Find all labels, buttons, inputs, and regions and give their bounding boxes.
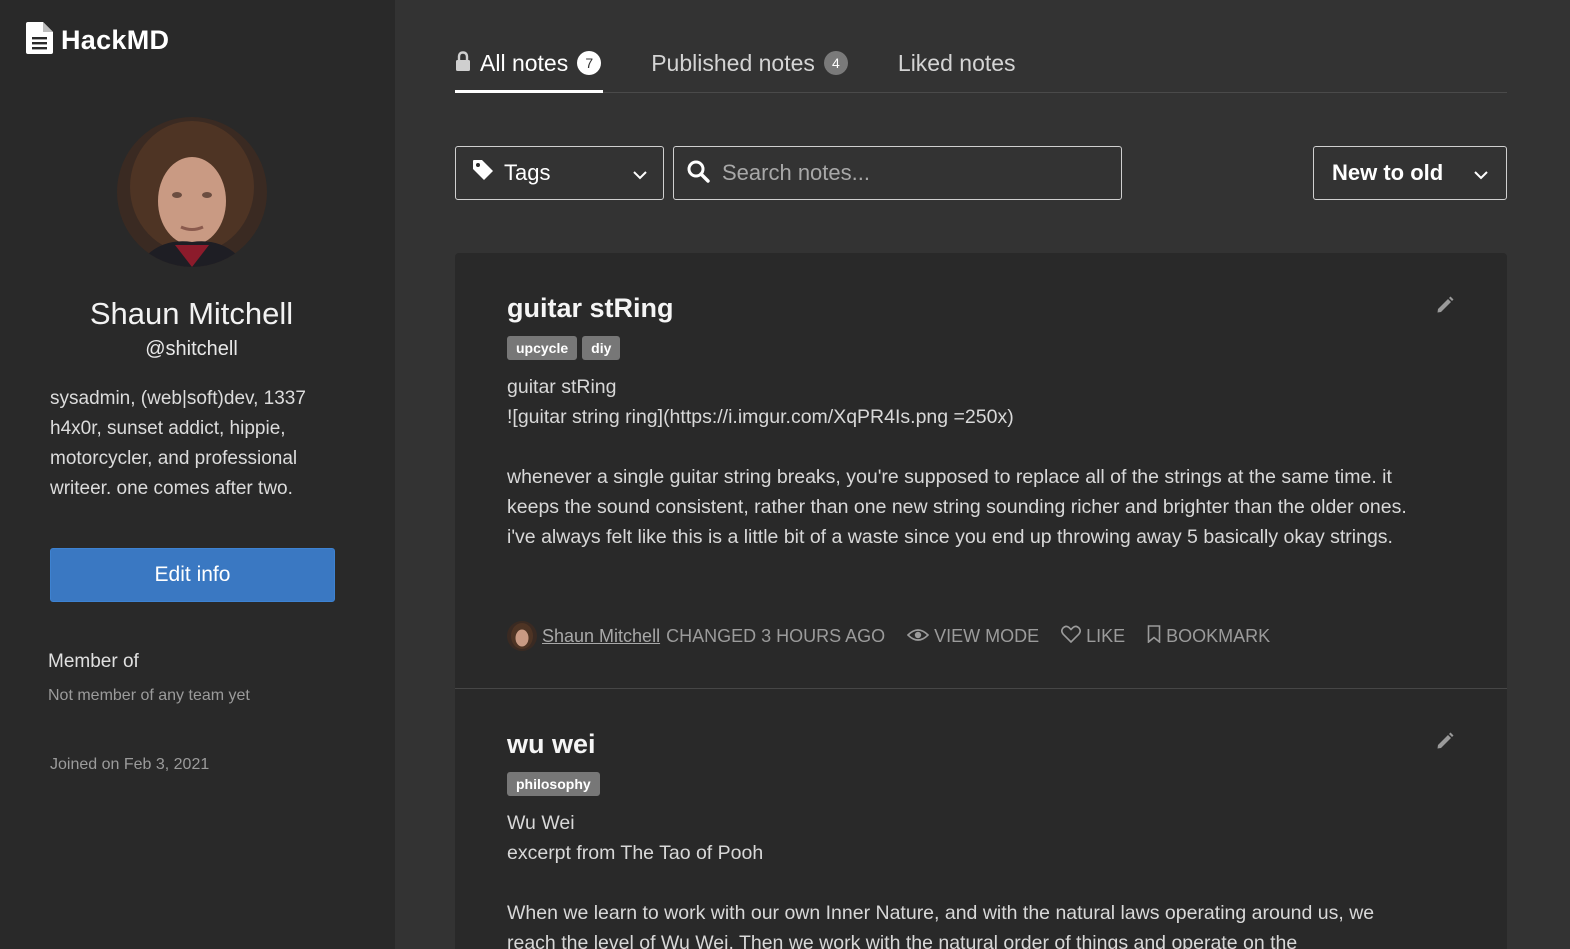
- note-tag[interactable]: upcycle: [507, 336, 578, 360]
- member-of-value: Not member of any team yet: [48, 687, 250, 704]
- like-label: LIKE: [1086, 625, 1126, 646]
- sort-order-dropdown[interactable]: New to old: [1313, 146, 1507, 200]
- tags-filter-dropdown[interactable]: Tags: [455, 146, 664, 200]
- note-tag[interactable]: diy: [582, 336, 621, 360]
- pencil-icon[interactable]: [1435, 731, 1455, 756]
- tab-label: All notes: [480, 49, 569, 76]
- member-of-label: Member of: [48, 651, 139, 672]
- profile-handle: @shitchell: [145, 338, 238, 360]
- sort-order-value: New to old: [1332, 160, 1444, 185]
- search-notes-box[interactable]: [673, 146, 1122, 200]
- brand-name: HackMD: [61, 25, 170, 55]
- tab-count-badge: 4: [823, 51, 848, 75]
- tab-liked-notes[interactable]: Liked notes: [898, 40, 1016, 92]
- bookmark-button[interactable]: BOOKMARK: [1147, 624, 1271, 648]
- chevron-down-icon: [1474, 160, 1488, 186]
- bookmark-label: BOOKMARK: [1166, 625, 1271, 646]
- eye-icon: [906, 626, 930, 647]
- tags-filter-label: Tags: [504, 160, 551, 185]
- bookmark-icon: [1147, 624, 1161, 648]
- changed-time: CHANGED 3 HOURS AGO: [666, 625, 886, 646]
- search-input[interactable]: [722, 160, 1109, 186]
- note-preview-line: excerpt from The Tao of Pooh: [507, 842, 764, 864]
- profile-name: Shaun Mitchell: [89, 296, 294, 331]
- note-title[interactable]: guitar stRing: [507, 293, 1455, 324]
- tag-icon: [472, 159, 494, 187]
- like-button[interactable]: LIKE: [1061, 625, 1125, 648]
- note-card[interactable]: wu wei philosophy Wu Wei excerpt from Th…: [455, 689, 1507, 949]
- notes-list: guitar stRing upcycle diy guitar stRing …: [455, 253, 1507, 949]
- tab-count-badge: 7: [577, 51, 602, 75]
- tab-all-notes[interactable]: All notes 7: [455, 40, 604, 93]
- note-title[interactable]: wu wei: [507, 729, 1455, 760]
- file-text-icon: [26, 22, 53, 59]
- note-preview-line: ![guitar string ring](https://i.imgur.co…: [507, 406, 1014, 428]
- author-link[interactable]: Shaun Mitchell: [542, 626, 660, 647]
- note-preview-line: [507, 868, 1417, 898]
- note-tags: philosophy: [507, 772, 1455, 796]
- pencil-icon[interactable]: [1435, 295, 1455, 320]
- note-tags: upcycle diy: [507, 336, 1455, 360]
- note-tag[interactable]: philosophy: [507, 772, 600, 796]
- note-card[interactable]: guitar stRing upcycle diy guitar stRing …: [455, 253, 1507, 689]
- note-preview-line: When we learn to work with our own Inner…: [507, 902, 1375, 949]
- note-preview-line: guitar stRing: [507, 376, 617, 398]
- view-mode-link[interactable]: VIEW MODE: [906, 625, 1040, 647]
- lock-icon: [455, 50, 471, 77]
- note-preview-line: whenever a single guitar string breaks, …: [507, 466, 1407, 548]
- chevron-down-icon: [633, 160, 647, 186]
- note-preview-line: Wu Wei: [507, 812, 575, 834]
- note-preview: Wu Wei excerpt from The Tao of Pooh When…: [507, 808, 1417, 949]
- note-meta: Shaun Mitchell CHANGED 3 HOURS AGO VIEW …: [507, 621, 1270, 651]
- view-mode-label: VIEW MODE: [934, 625, 1040, 646]
- tab-label: Published notes: [651, 49, 815, 76]
- notes-tabs: All notes 7 Published notes 4 Liked note…: [455, 40, 1507, 93]
- joined-date: Joined on Feb 3, 2021: [50, 756, 210, 773]
- heart-icon: [1061, 625, 1082, 648]
- note-preview: guitar stRing ![guitar string ring](http…: [507, 372, 1417, 552]
- profile-bio: sysadmin, (web|soft)dev, 1337 h4x0r, sun…: [50, 388, 306, 499]
- tab-label: Liked notes: [897, 49, 1016, 76]
- note-preview-line: [507, 432, 1417, 462]
- profile-sidebar: HackMD Shaun Mitchell @shitchell sysadmi…: [0, 0, 395, 949]
- brand-logo[interactable]: HackMD: [26, 22, 169, 59]
- edit-info-button[interactable]: Edit info: [50, 548, 335, 602]
- avatar: [117, 117, 267, 267]
- tab-published-notes[interactable]: Published notes 4: [651, 40, 848, 92]
- author-avatar: [507, 621, 537, 651]
- search-icon: [686, 159, 710, 188]
